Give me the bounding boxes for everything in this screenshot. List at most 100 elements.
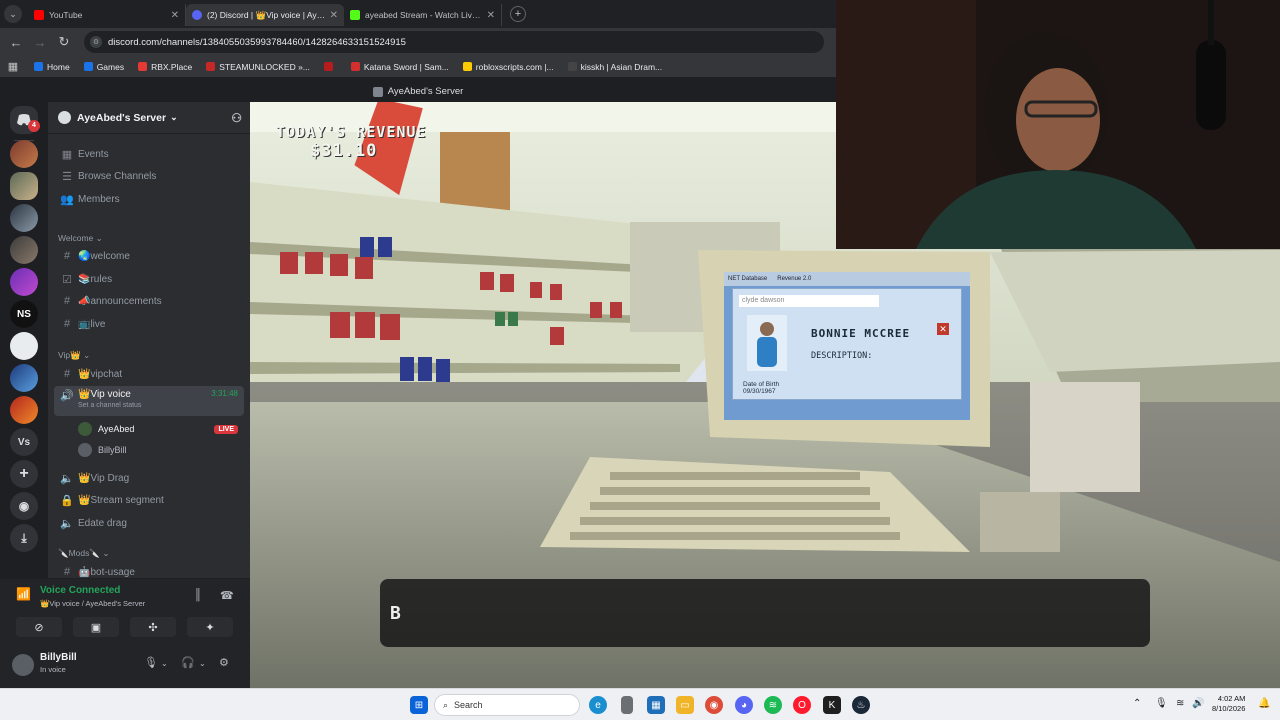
discord-title-bar: AyeAbed's Server: [0, 81, 836, 102]
microphone-icon[interactable]: 🎙: [144, 656, 158, 669]
channel-vip-drag[interactable]: 🔈 👑Vip Drag: [54, 468, 244, 488]
user-name[interactable]: BillyBill: [40, 652, 77, 663]
channel-live[interactable]: # 📺live: [54, 314, 244, 334]
back-icon[interactable]: ←: [4, 35, 28, 50]
chevron-down-icon[interactable]: ⌄: [199, 659, 206, 668]
close-icon[interactable]: ✕: [487, 10, 495, 21]
bookmark-item[interactable]: Katana Sword | Sam...: [350, 62, 449, 72]
server-icon[interactable]: [10, 236, 38, 264]
channel-rules[interactable]: ☑ 📚rules: [54, 269, 244, 289]
store-icon[interactable]: ▦: [647, 696, 665, 714]
edge-icon[interactable]: e: [589, 696, 607, 714]
channel-label: 👑Stream segment: [78, 494, 164, 506]
voice-user-ayeabed[interactable]: AyeAbed LIVE: [78, 420, 238, 438]
reload-icon[interactable]: ↻: [52, 34, 76, 50]
server-icon[interactable]: [10, 332, 38, 360]
avatar[interactable]: [12, 654, 34, 676]
system-clock[interactable]: 4:02 AM 8/10/2026: [1212, 694, 1245, 714]
category-welcome[interactable]: Welcome ⌄: [58, 233, 103, 244]
chevron-down-icon[interactable]: ⌄: [161, 659, 168, 668]
server-icon-active[interactable]: [10, 172, 38, 200]
microphone-tray-icon[interactable]: 🎙: [1155, 698, 1168, 709]
disconnect-icon[interactable]: ☎: [220, 589, 234, 602]
close-icon[interactable]: ✕: [171, 10, 179, 21]
headphones-icon[interactable]: 🎧: [181, 656, 195, 669]
voice-user-billybill[interactable]: BillyBill: [78, 441, 238, 459]
address-bar[interactable]: ⚙ discord.com/channels/13840550359937844…: [84, 31, 824, 53]
apps-icon[interactable]: ▦: [0, 60, 26, 73]
discord-taskbar-icon[interactable]: ◕: [735, 696, 753, 714]
channel-vip-voice[interactable]: 🔊 👑Vip voice Set a channel status 3:31:4…: [54, 386, 244, 416]
events-item[interactable]: ▦ Events: [54, 144, 244, 164]
channel-vipchat[interactable]: # 👑vipchat: [54, 364, 244, 384]
chrome-icon[interactable]: ◉: [705, 696, 723, 714]
soundboard-button[interactable]: ✦: [187, 617, 233, 637]
server-icon[interactable]: [10, 396, 38, 424]
live-badge: LIVE: [214, 424, 238, 434]
server-header[interactable]: AyeAbed's Server ⌄ ⚇: [48, 102, 250, 134]
screen-share-button[interactable]: ▣: [73, 617, 119, 637]
forward-icon[interactable]: →: [28, 35, 52, 50]
notification-bell-icon[interactable]: 🔔: [1258, 698, 1270, 709]
dob-label: Date of Birth: [743, 381, 780, 388]
voice-connected-subtitle[interactable]: 👑Vip voice / AyeAbed's Server: [40, 599, 145, 608]
server-icon[interactable]: [10, 364, 38, 392]
spotify-icon[interactable]: ≋: [764, 696, 782, 714]
server-icon[interactable]: [10, 140, 38, 168]
bookmark-item[interactable]: STEAMUNLOCKED »...: [206, 62, 310, 72]
kick-taskbar-icon[interactable]: K: [823, 696, 841, 714]
site-info-icon[interactable]: ⚙: [90, 36, 102, 48]
server-icon[interactable]: Vs: [10, 428, 38, 456]
bookmark-item[interactable]: Home: [34, 62, 70, 72]
noise-suppression-icon[interactable]: ║: [194, 589, 202, 601]
camera-off-button[interactable]: ⊘: [16, 617, 62, 637]
bookmark-icon: [350, 62, 360, 71]
tab-youtube[interactable]: YouTube ✕: [28, 4, 186, 26]
server-icon[interactable]: [10, 204, 38, 232]
taskbar-search[interactable]: ⌕ Search: [434, 694, 580, 716]
mouse-app-icon[interactable]: [621, 696, 633, 714]
steam-icon[interactable]: ♨: [852, 696, 870, 714]
invite-people-icon[interactable]: ⚇: [231, 111, 242, 125]
activities-button[interactable]: ✣: [130, 617, 176, 637]
server-icon[interactable]: NS: [10, 300, 38, 328]
wifi-icon[interactable]: ≋: [1176, 698, 1184, 709]
file-explorer-icon[interactable]: ▭: [676, 696, 694, 714]
category-mods[interactable]: 🔪Mods🔪 ⌄: [58, 548, 109, 559]
category-vip[interactable]: Vip👑 ⌄: [58, 350, 90, 361]
channel-edate-drag[interactable]: 🔈 Edate drag: [54, 513, 244, 533]
bookmark-item[interactable]: RBX.Place: [138, 62, 192, 72]
server-icon[interactable]: [10, 268, 38, 296]
bookmark-item[interactable]: Games: [83, 62, 124, 72]
channel-bot-usage[interactable]: # 🤖bot-usage: [54, 562, 244, 578]
voice-connected-title[interactable]: Voice Connected: [40, 585, 120, 596]
add-server-icon[interactable]: +: [10, 460, 38, 488]
tab-discord[interactable]: (2) Discord | 👑Vip voice | AyeAbed's Ser…: [186, 4, 344, 26]
revenue-label: TODAY'S REVENUE: [276, 123, 427, 141]
discover-icon[interactable]: ◉: [10, 492, 38, 520]
channel-welcome[interactable]: # 🌏welcome: [54, 246, 244, 266]
browse-channels-item[interactable]: ☰ Browse Channels: [54, 166, 244, 186]
chevron-up-icon[interactable]: ⌃: [1133, 698, 1141, 709]
download-icon[interactable]: ⤓: [10, 524, 38, 552]
bookmark-item[interactable]: [323, 62, 337, 71]
bookmark-item[interactable]: kisskh | Asian Dram...: [567, 62, 662, 72]
new-tab-button[interactable]: +: [510, 6, 526, 22]
opera-icon[interactable]: O: [793, 696, 811, 714]
channel-status[interactable]: Set a channel status: [78, 402, 141, 409]
start-icon[interactable]: ⊞: [410, 696, 428, 714]
dob-block: Date of Birth 09/30/1967: [743, 381, 779, 395]
close-icon[interactable]: ✕: [330, 10, 338, 21]
voice-connected-panel: 📶 Voice Connected 👑Vip voice / AyeAbed's…: [0, 578, 250, 642]
members-item[interactable]: 👥 Members: [54, 189, 244, 209]
bookmark-item[interactable]: robloxscripts.com |...: [462, 62, 554, 72]
dob-value: 09/30/1967: [743, 388, 776, 395]
channel-announcements[interactable]: # 📣announcements: [54, 291, 244, 311]
category-label: 🔪Mods🔪: [58, 548, 100, 558]
tab-kick[interactable]: ayeabed Stream - Watch Live on Kick ✕: [344, 4, 502, 26]
settings-gear-icon[interactable]: ⚙: [219, 656, 229, 669]
channel-stream-segment[interactable]: 🔒 👑Stream segment: [54, 490, 244, 510]
volume-icon[interactable]: 🔊: [1192, 698, 1204, 709]
bookmark-icon: [323, 62, 333, 71]
tab-search-icon[interactable]: ⌄: [4, 5, 22, 23]
